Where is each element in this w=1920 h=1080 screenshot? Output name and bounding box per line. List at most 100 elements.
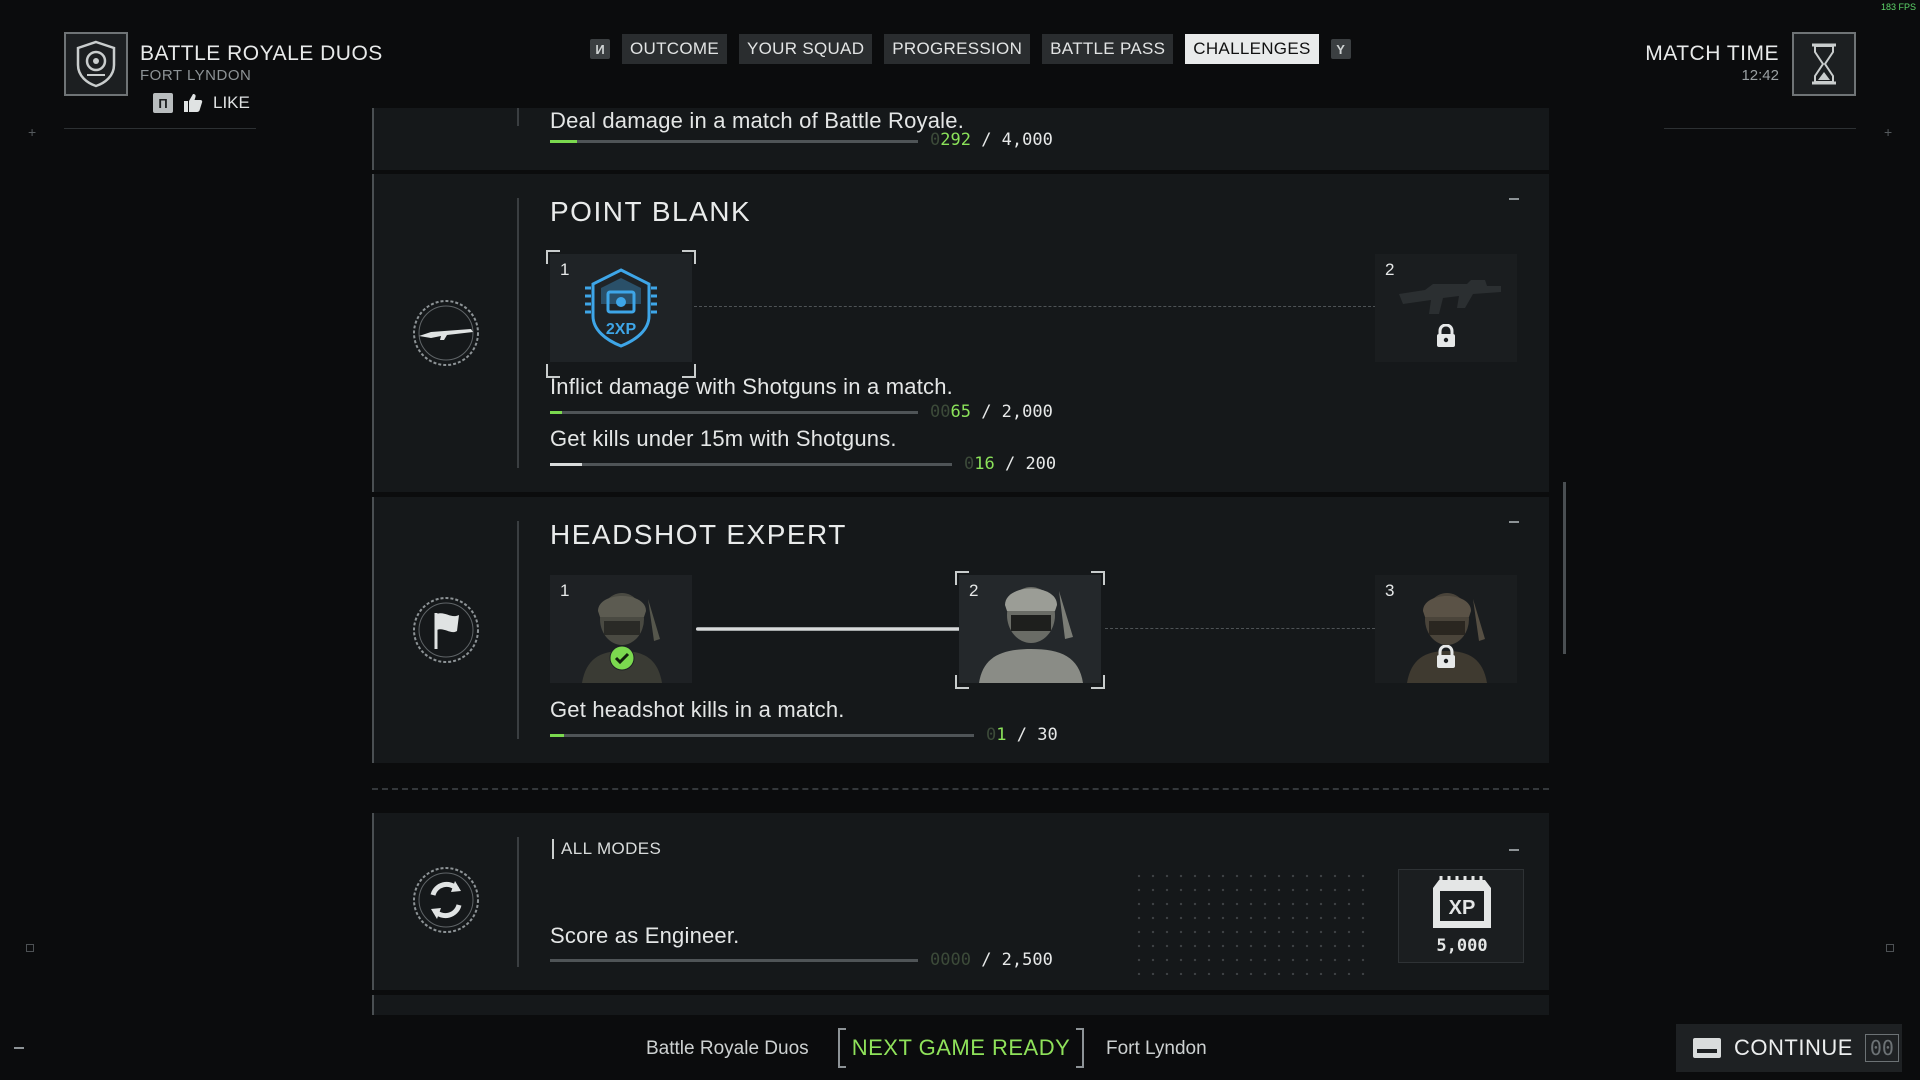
progress-text: 016 / 200 <box>964 454 1057 474</box>
selection-bracket <box>1091 571 1105 585</box>
challenge-title: POINT BLANK <box>550 196 752 227</box>
tab-bar: И OUTCOME YOUR SQUAD PROGRESSION BATTLE … <box>590 34 1351 64</box>
challenge-description: Inflict damage with Shotguns in a match. <box>550 374 953 399</box>
tier-number: 2 <box>1385 260 1395 279</box>
tier-number: 1 <box>560 260 570 279</box>
keyboard-icon <box>1693 1038 1721 1058</box>
scrollbar[interactable] <box>1563 482 1566 654</box>
progress-bar <box>550 411 918 414</box>
tab-next-key-hint[interactable]: Y <box>1330 39 1351 59</box>
tab-outcome[interactable]: OUTCOME <box>622 34 727 64</box>
header-divider-right <box>1664 128 1856 129</box>
flag-badge-icon <box>413 597 479 663</box>
like-button[interactable]: П LIKE <box>153 93 250 113</box>
challenge-card-damage: Deal damage in a match of Battle Royale.… <box>372 108 1549 170</box>
modes-label: ALL MODES <box>552 839 661 859</box>
reward-tier-2[interactable]: 2 <box>1375 254 1517 362</box>
progress-bar <box>550 140 918 143</box>
progress-text: 0000 / 2,500 <box>930 950 1053 970</box>
rifle-silhouette-icon <box>1399 280 1501 314</box>
reward-tier-2[interactable]: 2 <box>959 575 1101 683</box>
mode-title: BATTLE ROYALE DUOS <box>140 42 383 65</box>
minus-icon <box>14 1047 24 1049</box>
match-time-value: 12:42 <box>1741 67 1779 84</box>
challenge-card-headshot-expert: HEADSHOT EXPERT 1 2 3 Get headshot kills… <box>372 497 1549 763</box>
progress-bar-fill <box>550 411 562 414</box>
challenge-description: Get kills under 15m with Shotguns. <box>550 426 897 451</box>
decorative-dot-grid <box>1132 869 1372 975</box>
selection-bracket <box>1091 675 1105 689</box>
continue-button[interactable]: CONTINUE 00 <box>1676 1024 1902 1072</box>
reward-tier-3[interactable]: 3 <box>1375 575 1517 683</box>
challenge-card-partial <box>372 995 1549 1015</box>
svg-text:2XP: 2XP <box>606 321 637 338</box>
next-game-status: NEXT GAME READY <box>838 1028 1084 1068</box>
soldier-portrait-icon <box>979 587 1083 683</box>
challenge-description: Get headshot kills in a match. <box>550 697 845 722</box>
challenge-description: Score as Engineer. <box>550 923 740 948</box>
map-name: FORT LYNDON <box>140 67 252 84</box>
progress-text: 0065 / 2,000 <box>930 402 1053 422</box>
double-xp-icon: 2XP <box>585 268 657 348</box>
tab-progression[interactable]: PROGRESSION <box>884 34 1031 64</box>
collapse-icon[interactable] <box>1509 849 1519 851</box>
next-game-ready-text: NEXT GAME READY <box>851 1035 1071 1060</box>
engineer-badge-icon <box>413 867 479 933</box>
tier-number: 1 <box>560 581 570 600</box>
card-divider <box>517 108 519 126</box>
corner-plus-icon: + <box>1884 124 1893 140</box>
card-divider <box>517 198 519 468</box>
tier-connector-completed <box>696 627 962 631</box>
reward-tier-1[interactable]: 1 2XP <box>550 254 692 362</box>
status-bracket-right <box>1076 1028 1084 1068</box>
header-divider-left <box>64 128 256 129</box>
challenge-description: Deal damage in a match of Battle Royale. <box>550 108 965 133</box>
mode-emblem-icon <box>64 32 128 96</box>
challenge-title: HEADSHOT EXPERT <box>550 519 847 550</box>
progress-bar-fill <box>550 140 577 143</box>
continue-timer: 00 <box>1864 1034 1899 1062</box>
like-label: LIKE <box>213 93 250 112</box>
shotgun-badge-icon <box>413 300 479 366</box>
lock-icon <box>1437 645 1455 668</box>
xp-reward-amount: 5,000 <box>1436 936 1488 956</box>
tier-number: 3 <box>1385 581 1395 600</box>
collapse-icon[interactable] <box>1509 521 1519 523</box>
progress-bar-fill <box>550 734 564 737</box>
selection-bracket <box>955 571 969 585</box>
selection-bracket <box>546 250 560 264</box>
progress-bar <box>550 463 952 466</box>
xp-reward[interactable]: XP 5,000 <box>1398 869 1524 963</box>
corner-plus-icon: + <box>28 124 37 140</box>
svg-text:XP: XP <box>1449 897 1476 919</box>
card-divider <box>517 837 519 967</box>
tier-connector <box>1105 628 1375 629</box>
hourglass-icon <box>1792 32 1856 96</box>
corner-marker-icon <box>1886 944 1894 952</box>
challenge-card-point-blank: POINT BLANK 1 2XP 2 Inflict damage with … <box>372 174 1549 492</box>
corner-marker-icon <box>26 944 34 952</box>
progress-text: 0292 / 4,000 <box>930 130 1053 150</box>
match-time-label: MATCH TIME <box>1645 42 1779 65</box>
tab-battle-pass[interactable]: BATTLE PASS <box>1042 34 1174 64</box>
completed-check-icon <box>609 645 635 671</box>
lock-icon <box>1437 324 1455 347</box>
reward-tier-1[interactable]: 1 <box>550 575 692 683</box>
continue-label: CONTINUE <box>1734 1035 1853 1060</box>
selection-bracket <box>955 675 969 689</box>
tab-prev-key-hint[interactable]: И <box>590 39 610 59</box>
section-divider <box>372 788 1549 790</box>
collapse-icon[interactable] <box>1509 198 1519 200</box>
progress-bar <box>550 734 974 737</box>
selection-bracket <box>682 250 696 264</box>
thumbs-up-icon <box>184 94 203 112</box>
progress-bar-fill <box>550 463 583 466</box>
tab-your-squad[interactable]: YOUR SQUAD <box>738 34 873 64</box>
xp-boost-icon: XP <box>1433 876 1491 928</box>
tier-connector <box>694 306 1386 307</box>
fps-counter: 183 FPS <box>1880 2 1916 12</box>
tab-challenges[interactable]: CHALLENGES <box>1185 34 1319 64</box>
card-divider <box>517 521 519 739</box>
progress-text: 01 / 30 <box>986 725 1058 745</box>
challenge-card-engineer: ALL MODES Score as Engineer. 0000 / 2,50… <box>372 813 1549 990</box>
